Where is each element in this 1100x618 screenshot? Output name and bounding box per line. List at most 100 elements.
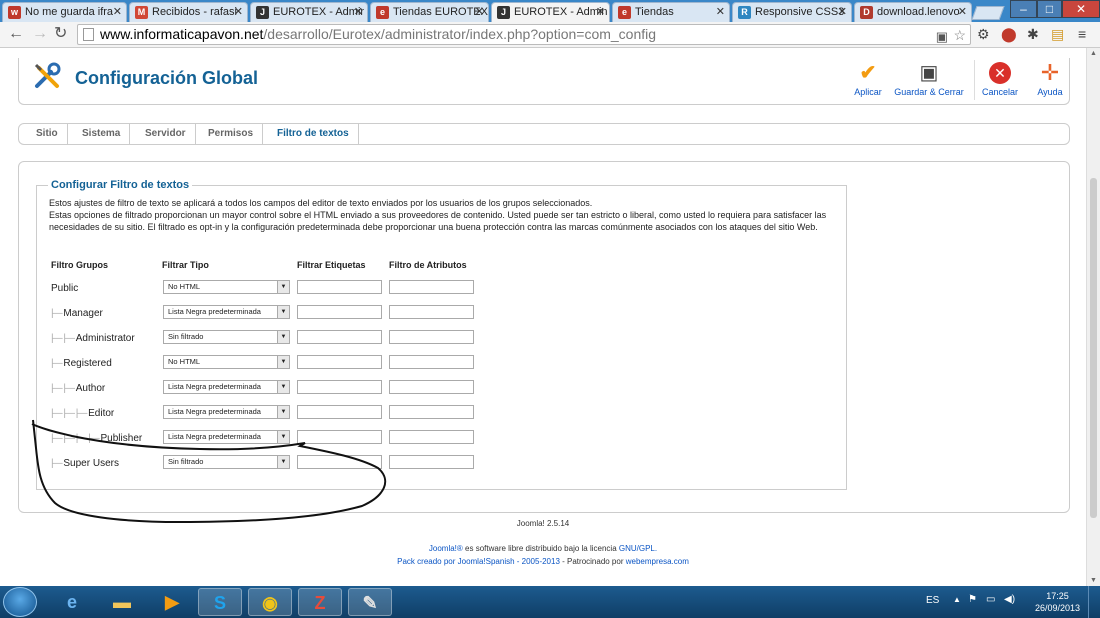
network-icon[interactable]: ▭: [986, 594, 995, 605]
filter-attributes-input[interactable]: [389, 430, 474, 444]
tab-close-icon[interactable]: ✕: [596, 3, 605, 21]
tab-permisos[interactable]: Permisos: [199, 124, 264, 144]
tab-label: EUROTEX - Admir: [273, 6, 365, 18]
notes-extension-icon[interactable]: ▤: [1051, 26, 1064, 42]
extension-puzzle-icon[interactable]: ✱: [1027, 26, 1039, 42]
new-tab-button[interactable]: [971, 6, 1005, 20]
filter-attributes-input[interactable]: [389, 355, 474, 369]
volume-icon[interactable]: ◀): [1004, 594, 1015, 605]
filter-type-select[interactable]: No HTML ▼: [163, 355, 290, 369]
tree-indent: |— |—: [51, 333, 76, 344]
close-window-button[interactable]: ✕: [1062, 0, 1100, 18]
back-icon[interactable]: ←: [8, 25, 24, 43]
reload-icon[interactable]: ↻: [54, 25, 67, 43]
tab-sitio[interactable]: Sitio: [27, 124, 68, 144]
browser-tab[interactable]: Ddownload.lenovo ✕: [854, 2, 972, 22]
scroll-thumb[interactable]: [1090, 178, 1097, 518]
filter-tags-input[interactable]: [297, 405, 382, 419]
maximize-button[interactable]: □: [1037, 0, 1062, 18]
filter-attributes-input[interactable]: [389, 455, 474, 469]
tab-close-icon[interactable]: ✕: [354, 3, 363, 21]
media-player-icon[interactable]: ▶: [150, 588, 194, 616]
filter-tags-input[interactable]: [297, 280, 382, 294]
tab-close-icon[interactable]: ✕: [113, 3, 122, 21]
toolbar-box: Configuración Global ✔ Aplicar ▣ Guardar…: [18, 58, 1070, 105]
tab-servidor[interactable]: Servidor: [136, 124, 196, 144]
dropdown-arrow-icon[interactable]: ▼: [277, 281, 289, 293]
settings-gear-icon[interactable]: ⚙: [977, 26, 990, 42]
filter-tags-input[interactable]: [297, 330, 382, 344]
filter-tags-input[interactable]: [297, 355, 382, 369]
filter-type-select[interactable]: Lista Negra predeterminada ▼: [163, 380, 290, 394]
gpl-link[interactable]: GNU/GPL.: [619, 544, 657, 553]
tab-close-icon[interactable]: ✕: [475, 3, 484, 21]
ie-icon[interactable]: e: [50, 588, 94, 616]
filter-type-select[interactable]: Sin filtrado ▼: [163, 455, 290, 469]
browser-tab[interactable]: J EUROTEX - Admin ✕: [491, 2, 610, 23]
filter-attributes-input[interactable]: [389, 280, 474, 294]
forward-icon[interactable]: →: [32, 25, 48, 43]
filter-attributes-input[interactable]: [389, 380, 474, 394]
clock[interactable]: 17:25 26/09/2013: [1035, 590, 1080, 614]
paint-icon[interactable]: ✎: [348, 588, 392, 616]
dropdown-arrow-icon[interactable]: ▼: [277, 381, 289, 393]
browser-tab[interactable]: R Responsive CSS3 ✕: [732, 2, 852, 22]
filter-type-select[interactable]: Lista Negra predeterminada ▼: [163, 430, 290, 444]
cancel-button[interactable]: ✕ Cancelar: [972, 62, 1028, 97]
address-bar[interactable]: www.informaticapavon.net/desarrollo/Euro…: [77, 24, 971, 45]
windows-start-button[interactable]: [3, 587, 37, 617]
dropdown-arrow-icon[interactable]: ▼: [277, 456, 289, 468]
dropdown-arrow-icon[interactable]: ▼: [277, 306, 289, 318]
minimize-button[interactable]: –: [1010, 0, 1037, 18]
filter-tags-input[interactable]: [297, 305, 382, 319]
pack-link[interactable]: Pack creado por Joomla!Spanish - 2005-20…: [397, 557, 560, 566]
tab-sistema[interactable]: Sistema: [73, 124, 131, 144]
skype-icon[interactable]: S: [198, 588, 242, 616]
filezilla-icon[interactable]: Z: [298, 588, 342, 616]
save-close-button[interactable]: ▣ Guardar & Cerrar: [891, 62, 967, 97]
filter-type-select[interactable]: Sin filtrado ▼: [163, 330, 290, 344]
browser-tab[interactable]: w No me guarda ifra ✕: [2, 2, 127, 22]
scroll-up-arrow[interactable]: ▲: [1090, 50, 1097, 57]
filter-attributes-input[interactable]: [389, 405, 474, 419]
filter-type-select[interactable]: No HTML ▼: [163, 280, 290, 294]
browser-tab[interactable]: e Tiendas EUROTEX ✕: [370, 2, 489, 22]
explorer-folder-icon[interactable]: ▬: [100, 588, 144, 616]
show-desktop-button[interactable]: [1088, 586, 1100, 618]
apply-button[interactable]: ✔ Aplicar: [840, 62, 896, 97]
dropdown-arrow-icon[interactable]: ▼: [277, 406, 289, 418]
tab-close-icon[interactable]: ✕: [838, 3, 847, 21]
page-scrollbar[interactable]: ▲ ▼: [1086, 48, 1100, 586]
tab-close-icon[interactable]: ✕: [958, 3, 967, 21]
bookmark-star-icon[interactable]: ☆: [953, 26, 966, 45]
scroll-down-arrow[interactable]: ▼: [1090, 577, 1097, 584]
dropdown-arrow-icon[interactable]: ▼: [277, 331, 289, 343]
filter-attributes-input[interactable]: [389, 330, 474, 344]
menu-icon[interactable]: ≡: [1078, 26, 1086, 42]
clock-time: 17:25: [1046, 591, 1069, 601]
browser-tab[interactable]: e Tiendas ✕: [612, 2, 730, 22]
filter-tags-input[interactable]: [297, 455, 382, 469]
reader-icon[interactable]: ▣: [936, 27, 948, 46]
dropdown-arrow-icon[interactable]: ▼: [277, 431, 289, 443]
chrome-icon[interactable]: ◉: [248, 588, 292, 616]
filter-type-select[interactable]: Lista Negra predeterminada ▼: [163, 405, 290, 419]
action-center-icon[interactable]: ⚑: [968, 594, 977, 605]
language-indicator[interactable]: ES: [926, 595, 939, 606]
browser-tab[interactable]: M Recibidos - rafasi ✕: [129, 2, 248, 22]
help-button[interactable]: ✛ Ayuda: [1022, 62, 1078, 98]
filter-type-select[interactable]: Lista Negra predeterminada ▼: [163, 305, 290, 319]
dropdown-arrow-icon[interactable]: ▼: [277, 356, 289, 368]
sponsor-link[interactable]: webempresa.com: [626, 557, 689, 566]
filter-attributes-input[interactable]: [389, 305, 474, 319]
browser-tab[interactable]: J EUROTEX - Admir ✕: [250, 2, 368, 22]
tab-close-icon[interactable]: ✕: [716, 3, 725, 21]
joomla-link[interactable]: Joomla!®: [429, 544, 463, 553]
filter-tags-input[interactable]: [297, 380, 382, 394]
tab-filtro-textos[interactable]: Filtro de textos: [268, 124, 359, 144]
tray-arrow-icon[interactable]: ▲: [953, 595, 961, 604]
filter-tags-input[interactable]: [297, 430, 382, 444]
tab-close-icon[interactable]: ✕: [234, 3, 243, 21]
opera-extension-icon[interactable]: ⬤: [1001, 26, 1017, 42]
tab-favicon-icon: e: [376, 6, 389, 19]
